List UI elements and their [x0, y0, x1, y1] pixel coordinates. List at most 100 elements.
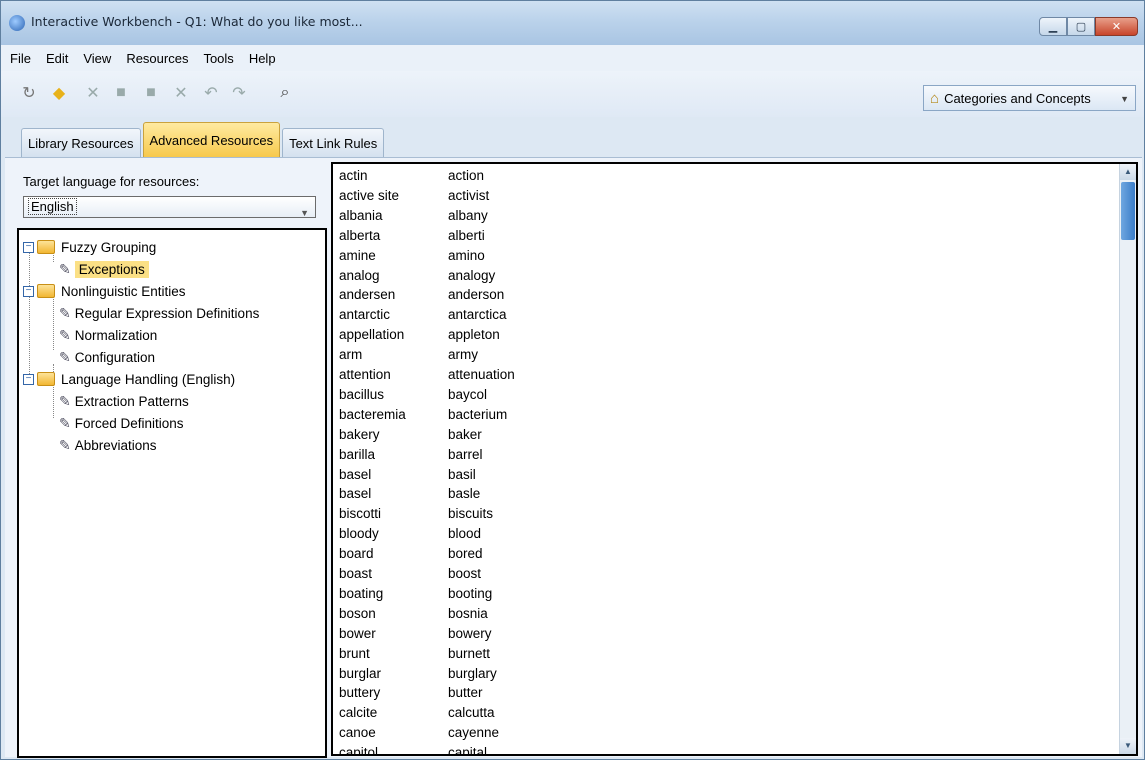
exception-term: actin: [339, 168, 368, 183]
menu-edit[interactable]: Edit: [41, 51, 78, 66]
exception-term: capitol: [339, 745, 379, 756]
exception-alternate: attenuation: [448, 367, 515, 382]
exception-term: bakery: [339, 426, 380, 442]
exception-alternate: boost: [448, 566, 482, 581]
exception-term: bacillus: [339, 386, 385, 402]
menu-resources[interactable]: Resources: [121, 51, 198, 66]
exception-term: amine: [339, 247, 376, 263]
close-button[interactable]: ✕: [1095, 17, 1138, 36]
exception-term: brunt: [339, 645, 370, 661]
tree-label: Fuzzy Grouping: [61, 239, 157, 255]
exception-term: alberta: [339, 227, 381, 243]
collapse-icon[interactable]: −: [23, 373, 34, 385]
undo-icon[interactable]: ↶: [201, 83, 221, 103]
exception-alternate: amino: [448, 247, 485, 263]
exception-term: bloody: [339, 526, 379, 542]
menu-tools[interactable]: Tools: [198, 51, 243, 66]
tree-label: Configuration: [74, 349, 156, 365]
minimize-button[interactable]: ▁: [1039, 17, 1067, 36]
exception-term: calcite: [339, 705, 378, 721]
collapse-icon[interactable]: −: [23, 241, 34, 253]
tree-item-exceptions[interactable]: ✎ Exceptions: [59, 258, 149, 280]
tree-item-forced-definitions[interactable]: ✎ Forced Definitions: [59, 412, 184, 434]
tree-item-normalization[interactable]: ✎ Normalization: [59, 324, 157, 346]
tree-label: Regular Expression Definitions: [74, 305, 260, 321]
tree-item-configuration[interactable]: ✎ Configuration: [59, 346, 155, 368]
window-title: Interactive Workbench - Q1: What do you …: [31, 14, 363, 29]
menu-view[interactable]: View: [78, 51, 121, 66]
exception-term: buttery: [339, 685, 381, 701]
exception-alternate: barrel: [448, 446, 483, 462]
tree-label: Nonlinguistic Entities: [61, 283, 186, 299]
scroll-down-icon[interactable]: ▼: [1120, 738, 1136, 754]
delete-icon[interactable]: ✕: [171, 83, 191, 103]
exception-alternate: bacterium: [448, 406, 508, 422]
exception-alternate: basil: [448, 466, 476, 482]
pencil-icon: ✎: [59, 260, 71, 277]
tab-bar: Library Resources Advanced Resources Tex…: [21, 119, 386, 157]
exception-term: basel: [339, 466, 372, 482]
menu-file[interactable]: File: [5, 51, 41, 66]
app-window: Interactive Workbench - Q1: What do you …: [0, 0, 1145, 760]
copy-icon[interactable]: ■: [111, 83, 131, 103]
menu-help[interactable]: Help: [244, 51, 286, 66]
toolbar: ↻ ◆ ✕ ■ ■ ✕ ↶ ↷ ⌕ ⌂ Categories and Conce…: [1, 71, 1144, 117]
exception-alternate: alberti: [448, 227, 485, 243]
tree-folder-fuzzy-grouping[interactable]: − Fuzzy Grouping: [23, 236, 156, 258]
exception-term: board: [339, 546, 374, 562]
exception-term: antarctic: [339, 307, 391, 323]
tree-label: Language Handling (English): [61, 371, 236, 387]
find-icon[interactable]: ⌕: [275, 83, 295, 103]
collapse-icon[interactable]: −: [23, 285, 34, 297]
exceptions-editor[interactable]: actin action active site activist albania alb…: [331, 162, 1138, 756]
exception-term: albania: [339, 207, 383, 223]
tab-library-resources[interactable]: Library Resources: [21, 128, 141, 157]
vertical-scrollbar[interactable]: ▲ ▼: [1119, 164, 1136, 754]
exception-alternate: booting: [448, 585, 493, 601]
view-selector[interactable]: ⌂ Categories and Concepts ▼: [923, 85, 1136, 111]
exception-alternate: butter: [448, 685, 483, 701]
exception-alternate: activist: [448, 187, 490, 203]
exception-alternate: bored: [448, 546, 483, 562]
exception-term: biscotti: [339, 506, 382, 522]
pencil-icon: ✎: [59, 436, 71, 453]
tree-label: Normalization: [74, 327, 158, 343]
new-icon[interactable]: ↻: [19, 83, 39, 103]
exception-alternate: bosnia: [448, 605, 488, 621]
tab-text-link-rules[interactable]: Text Link Rules: [282, 128, 385, 157]
tab-advanced-resources[interactable]: Advanced Resources: [142, 122, 281, 157]
title-bar[interactable]: Interactive Workbench - Q1: What do you …: [1, 1, 1144, 45]
exception-term: andersen: [339, 287, 396, 303]
tree-item-regex-definitions[interactable]: ✎ Regular Expression Definitions: [59, 302, 259, 324]
exception-alternate: baker: [448, 426, 482, 442]
exception-term: boson: [339, 605, 376, 621]
paste-icon[interactable]: ■: [141, 83, 161, 103]
exception-alternate: analogy: [448, 267, 496, 283]
tree-folder-nonlinguistic-entities[interactable]: − Nonlinguistic Entities: [23, 280, 186, 302]
scroll-thumb[interactable]: [1121, 182, 1135, 240]
exception-term: bacteremia: [339, 406, 406, 422]
tree-item-abbreviations[interactable]: ✎ Abbreviations: [59, 434, 157, 456]
exception-term: appellation: [339, 327, 405, 343]
diamond-icon[interactable]: ◆: [49, 83, 69, 103]
exception-alternate: baycol: [448, 386, 488, 402]
pencil-icon: ✎: [59, 348, 71, 365]
exception-alternate: basle: [448, 486, 481, 502]
exception-term: basel: [339, 486, 372, 502]
pencil-icon: ✎: [59, 414, 71, 431]
tree-folder-language-handling[interactable]: − Language Handling (English): [23, 368, 235, 390]
content-area: Target language for resources: English ▼…: [5, 157, 1142, 758]
language-label: Target language for resources:: [23, 174, 200, 189]
exception-term: barilla: [339, 446, 376, 462]
left-panel: Target language for resources: English ▼…: [5, 158, 327, 758]
scroll-up-icon[interactable]: ▲: [1120, 164, 1136, 180]
menu-bar: File Edit View Resources Tools Help: [1, 45, 1144, 71]
folder-icon: [37, 240, 55, 254]
tree-label: Extraction Patterns: [74, 393, 189, 409]
maximize-button[interactable]: ▢: [1067, 17, 1095, 36]
chevron-down-icon: ▼: [300, 208, 309, 218]
redo-icon[interactable]: ↷: [229, 83, 249, 103]
language-select[interactable]: English ▼: [23, 196, 316, 218]
tree-item-extraction-patterns[interactable]: ✎ Extraction Patterns: [59, 390, 189, 412]
cut-icon[interactable]: ✕: [83, 83, 103, 103]
